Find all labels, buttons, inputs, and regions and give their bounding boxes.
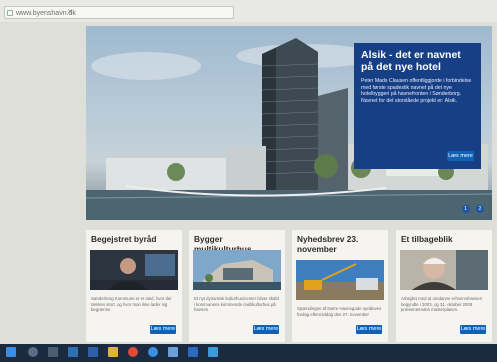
hero-read-more-button[interactable]: Læs mere — [447, 151, 474, 161]
files-icon[interactable] — [108, 347, 118, 357]
hero-text: Peter Mads Clausen offentliggjorde i for… — [361, 78, 472, 104]
browser-address-bar: www.byenshavn.dk ✕ — [0, 0, 497, 23]
url-field[interactable]: www.byenshavn.dk ✕ — [4, 6, 234, 19]
close-icon[interactable]: ✕ — [67, 9, 73, 17]
card-image — [193, 250, 281, 290]
chrome-icon[interactable] — [128, 347, 138, 357]
card-title: Nyhedsbrev 23. november — [297, 234, 359, 254]
card-text: Spændingen af Nørre Havnegade opnåeves f… — [297, 306, 382, 317]
news-card: Begejstret byråd Sønderborg Kommune er e… — [86, 230, 182, 342]
task-view-icon[interactable] — [48, 347, 58, 357]
card-read-more-button[interactable]: Læs mere — [150, 325, 176, 334]
slide-2-button[interactable]: 2 — [476, 205, 484, 213]
windows-start-icon[interactable] — [6, 347, 16, 357]
card-read-more-button[interactable]: Læs mere — [356, 325, 382, 334]
taskbar — [0, 344, 497, 362]
page-icon — [7, 10, 13, 16]
card-image — [296, 260, 384, 300]
store-icon[interactable] — [68, 347, 78, 357]
search-icon[interactable] — [28, 347, 38, 357]
news-card: Et tilbageblik Arbejdet med at omdanne e… — [396, 230, 492, 342]
news-card: Bygger multikulturhus Et nyt dynamisk ku… — [189, 230, 285, 342]
card-image — [400, 250, 488, 290]
app-icon[interactable] — [208, 347, 218, 357]
hero-callout: Alsik - det er navnet på det nye hotel P… — [354, 43, 481, 169]
hero-slider: Alsik - det er navnet på det nye hotel P… — [86, 26, 492, 220]
card-read-more-button[interactable]: Læs mere — [460, 325, 486, 334]
card-text: Sønderborg Kommune er et sted, hvor der … — [91, 296, 172, 313]
card-text: Et nyt dynamisk kulturhus/center bliver … — [194, 296, 280, 313]
news-cards: Begejstret byråd Sønderborg Kommune er e… — [86, 230, 492, 342]
word-icon[interactable] — [88, 347, 98, 357]
card-text: Arbejdet med at omdanne erhvervshavnen b… — [401, 296, 483, 313]
card-title: Et tilbageblik — [401, 234, 453, 244]
outlook-icon[interactable] — [188, 347, 198, 357]
photos-icon[interactable] — [168, 347, 178, 357]
explorer-icon[interactable] — [148, 347, 158, 357]
web-page: Alsik - det er navnet på det nye hotel P… — [0, 22, 497, 344]
card-image — [90, 250, 178, 290]
card-title: Begejstret byråd — [91, 234, 157, 244]
hero-title: Alsik - det er navnet på det nye hotel — [361, 49, 461, 73]
card-read-more-button[interactable]: Læs mere — [253, 325, 279, 334]
slide-1-button[interactable]: 1 — [461, 205, 470, 213]
news-card: Nyhedsbrev 23. november Spændingen af Nø… — [292, 230, 388, 342]
slider-pager: 1 2 — [460, 197, 484, 215]
